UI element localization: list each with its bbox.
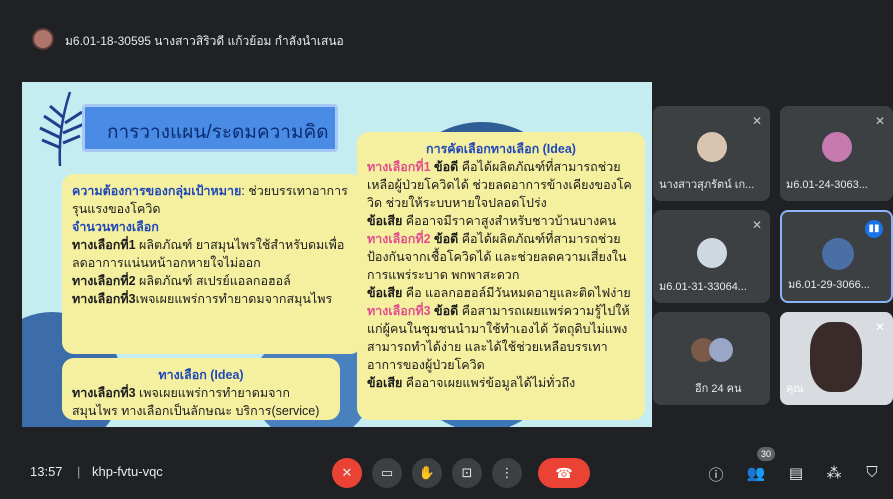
opt2-label: ทางเลือกที่2 (72, 274, 136, 288)
need-label: ความต้องการของกลุ่มเป้าหมาย (72, 184, 242, 198)
idea-title: ทางเลือก (Idea) (158, 368, 244, 382)
activities-icon[interactable]: ⁂ (824, 464, 844, 482)
self-video (810, 322, 862, 392)
sel-o1-dis: คืออาจมีราคาสูงสำหรับชาวบ้านบางคน (402, 214, 617, 228)
others-tile[interactable]: อีก 24 คน (653, 312, 770, 405)
participant-name: ม6.01-29-3066... (788, 279, 870, 291)
opt2-text: ผลิตภัณฑ์ สเปรย์แอลกอฮอล์ (135, 274, 291, 288)
presenter-avatar (32, 28, 54, 50)
sel-o2-label: ทางเลือกที่2 (367, 232, 431, 246)
chat-icon[interactable]: ▤ (786, 464, 806, 482)
participant-name: ม6.01-31-33064... (659, 281, 747, 293)
fern-icon (39, 91, 85, 167)
presenter-bar: ม6.01-18-30595 นางสาวสิริวดี แก้วย้อม กำ… (10, 10, 893, 72)
sel-dis-label: ข้อเสีย (367, 214, 403, 228)
camera-button[interactable]: ▭ (372, 458, 402, 488)
mic-off-icon: ✕ (751, 218, 762, 232)
participant-tile-speaking[interactable]: ▮▮ ม6.01-29-3066... (780, 210, 893, 303)
people-count-badge: 30 (757, 447, 775, 461)
mic-off-icon: ✕ (751, 114, 762, 128)
shared-slide: การวางแผน/ระดมความคิด ความต้องการของกลุ่… (22, 82, 652, 427)
avatar (822, 238, 854, 270)
self-tile[interactable]: ✕ คุณ (780, 312, 893, 405)
clock: 13:57 (30, 464, 63, 479)
avatar (709, 338, 733, 362)
present-button[interactable]: ⊡ (452, 458, 482, 488)
slide-title: การวางแผน/ระดมความคิด (107, 122, 329, 143)
divider: | (77, 464, 81, 479)
options-label: จำนวนทางเลือก (72, 220, 159, 234)
participant-tile[interactable]: ✕ นางสาวสุภรัตน์ เก... (653, 106, 770, 201)
participant-tile[interactable]: ✕ ม6.01-31-33064... (653, 210, 770, 303)
participant-name: นางสาวสุภรัตน์ เก... (659, 179, 755, 191)
sel-o3-dis: คืออาจเผยแพร่ข้อมูลได้ไม่ทั่วถึง (402, 376, 576, 390)
audio-level-icon: ▮▮ (865, 220, 883, 238)
opt3-text: เพจเผยแพร่การทำยาดมจากสมุนไพร (135, 292, 333, 306)
sel-o3-label: ทางเลือกที่3 (367, 304, 431, 318)
opt1-label: ทางเลือกที่1 (72, 238, 136, 252)
host-controls-icon[interactable]: ⛉ (862, 464, 882, 481)
bottom-toolbar: 13:57 | khp-fvtu-vqc ✕ ▭ ✋ ⊡ ⋮ ☎ ⓘ 👥 30 … (10, 442, 893, 499)
selection-title: การคัดเลือกทางเลือก (Idea) (426, 142, 576, 156)
self-label: คุณ (786, 383, 804, 395)
meet-window: ม6.01-18-30595 นางสาวสิริวดี แก้วย้อม กำ… (10, 10, 893, 499)
sel-dis-label: ข้อเสีย (367, 286, 403, 300)
idea-opt-label: ทางเลือกที่3 (72, 386, 136, 400)
needs-panel: ความต้องการของกลุ่มเป้าหมาย: ช่วยบรรเทาอ… (62, 174, 362, 354)
meeting-code[interactable]: khp-fvtu-vqc (92, 464, 163, 479)
people-icon[interactable]: 👥 (746, 464, 766, 482)
info-icon[interactable]: ⓘ (706, 464, 726, 485)
sel-dis-label: ข้อเสีย (367, 376, 403, 390)
sel-o2-dis: คือ แอลกอฮอล์มีวันหมดอายุและติดไฟง่าย (402, 286, 631, 300)
selection-panel: การคัดเลือกทางเลือก (Idea) ทางเลือกที่1 … (357, 132, 645, 420)
sel-adv-label: ข้อดี (434, 232, 459, 246)
others-count: อีก 24 คน (695, 383, 742, 395)
slide-title-box: การวางแผน/ระดมความคิด (82, 104, 338, 152)
idea-panel: ทางเลือก (Idea) ทางเลือกที่3 เพจเผยแพร่ก… (62, 358, 340, 420)
avatar (697, 238, 727, 268)
mic-off-button[interactable]: ✕ (332, 458, 362, 488)
avatar (697, 132, 727, 162)
sel-adv-label: ข้อดี (434, 304, 459, 318)
sel-o1-label: ทางเลือกที่1 (367, 160, 431, 174)
end-call-button[interactable]: ☎ (538, 458, 590, 488)
sel-adv-label: ข้อดี (434, 160, 459, 174)
mic-off-icon: ✕ (874, 320, 885, 334)
opt3-label: ทางเลือกที่3 (72, 292, 136, 306)
raise-hand-button[interactable]: ✋ (412, 458, 442, 488)
presenter-label: ม6.01-18-30595 นางสาวสิริวดี แก้วย้อม กำ… (65, 34, 344, 48)
more-options-button[interactable]: ⋮ (492, 458, 522, 488)
participant-tile[interactable]: ✕ ม6.01-24-3063... (780, 106, 893, 201)
avatar (822, 132, 852, 162)
mic-off-icon: ✕ (874, 114, 885, 128)
participant-name: ม6.01-24-3063... (786, 179, 868, 191)
